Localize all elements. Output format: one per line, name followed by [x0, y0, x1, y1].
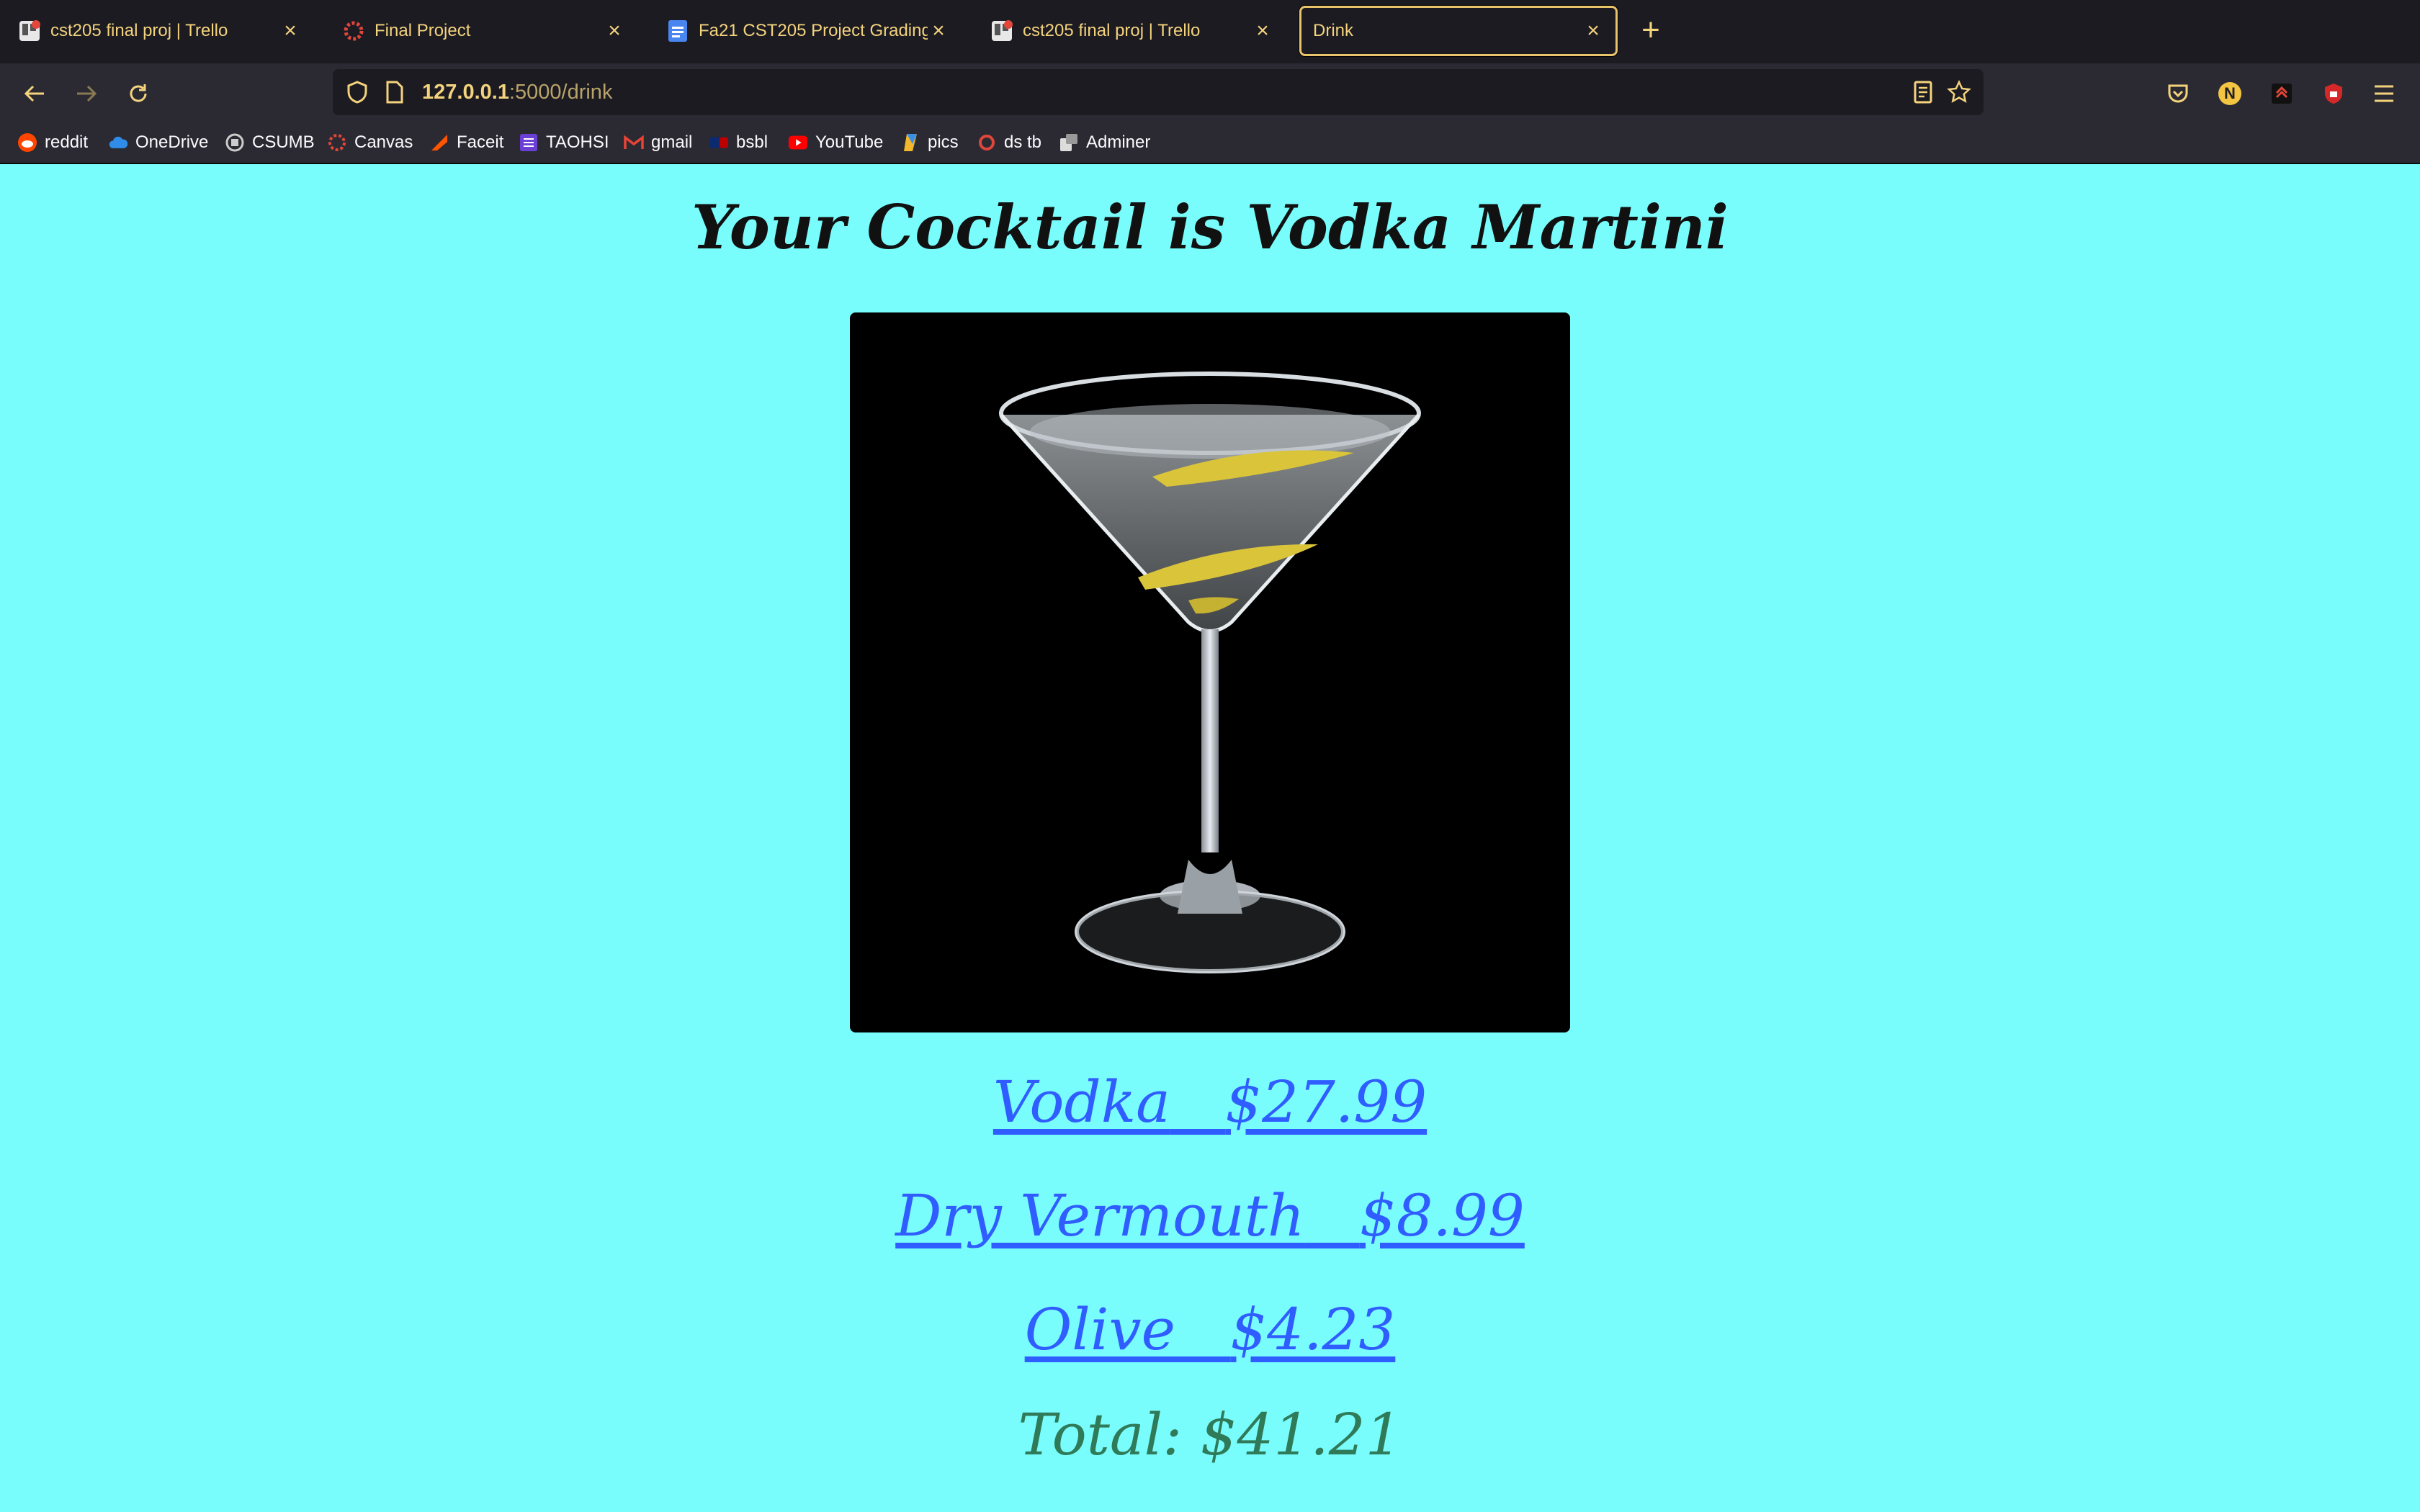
gmail-icon [624, 132, 644, 153]
ingredient-link-vodka[interactable]: Vodka $27.99 [0, 1068, 2420, 1135]
bookmark-youtube[interactable]: YouTube [788, 130, 883, 156]
martini-glass-icon [999, 372, 1421, 973]
ring-icon [977, 132, 997, 153]
shield-block-icon [2325, 84, 2342, 104]
url-text[interactable]: 127.0.0.1:5000/drink [422, 81, 612, 104]
bookmark-onedrive[interactable]: OneDrive [108, 130, 208, 156]
url-path: :5000/drink [508, 81, 613, 104]
ingredient-name: Dry Vermouth [895, 1182, 1305, 1249]
trello-icon [17, 19, 42, 43]
bookmark-label: YouTube [815, 132, 884, 152]
bookmark-ds-tb[interactable]: ds tb [977, 130, 1041, 156]
tab-title: Final Project [375, 21, 471, 40]
adminer-icon [1059, 132, 1079, 153]
page-content: Your Cocktail is Vodka Martini Vodka $27… [0, 164, 2420, 1512]
tab-title: cst205 final proj | Trello [50, 21, 228, 40]
ingredient-price: $8.99 [1359, 1182, 1525, 1249]
tab-drink[interactable]: Drink × [1299, 6, 1618, 56]
bookmark-taohsi[interactable]: TAOHSI [519, 130, 609, 156]
forward-button[interactable] [68, 75, 105, 112]
close-icon[interactable]: × [1252, 19, 1273, 43]
faceit-icon [429, 132, 449, 153]
bookmark-label: Canvas [354, 132, 413, 152]
extension-arrows-icon [2272, 84, 2292, 104]
bookmark-faceit[interactable]: Faceit [429, 130, 503, 156]
bookmark-gmail[interactable]: gmail [624, 130, 692, 156]
ingredient-name: Vodka [992, 1068, 1170, 1135]
tab-trello-1[interactable]: cst205 final proj | Trello × [6, 6, 313, 56]
close-icon[interactable]: × [604, 19, 625, 43]
ingredient-link-olive[interactable]: Olive $4.23 [0, 1296, 2420, 1363]
browser-chrome: cst205 final proj | Trello × Final Proje… [0, 0, 2420, 164]
page-title: Your Cocktail is Vodka Martini [691, 192, 1729, 263]
google-docs-icon [666, 19, 690, 43]
csumb-icon [225, 132, 245, 153]
bookmarks-bar: reddit OneDrive CSUMB Canvas Faceit TAOH… [0, 122, 2420, 164]
new-tab-button[interactable]: + [1634, 13, 1668, 48]
reddit-icon [17, 132, 37, 153]
bookmark-label: bsbl [736, 132, 768, 152]
tab-title: Drink [1313, 21, 1354, 40]
ingredient-price: $27.99 [1225, 1068, 1428, 1135]
reload-button[interactable] [120, 75, 157, 112]
tab-final-project[interactable]: Final Project × [330, 6, 637, 56]
reload-icon [130, 84, 147, 102]
url-bar[interactable]: 127.0.0.1:5000/drink [333, 69, 1984, 115]
cloud-icon [108, 132, 128, 153]
bookmark-label: TAOHSI [546, 132, 609, 152]
ublock-button[interactable] [2315, 75, 2352, 112]
bookmark-label: Faceit [457, 132, 504, 152]
bookmark-label: ds tb [1004, 132, 1042, 152]
arrow-left-icon [24, 85, 44, 102]
extension-button[interactable] [2263, 75, 2300, 112]
close-icon[interactable]: × [928, 19, 949, 43]
url-host: 127.0.0.1 [422, 81, 509, 104]
shield-icon[interactable] [344, 79, 370, 105]
canvas-icon [341, 19, 366, 43]
bookmark-canvas[interactable]: Canvas [327, 130, 413, 156]
bookmark-adminer[interactable]: Adminer [1059, 130, 1150, 156]
mlb-icon [709, 132, 729, 153]
tab-title: Fa21 CST205 Project Grading - [699, 21, 928, 40]
bookmark-bsbl[interactable]: bsbl [709, 130, 768, 156]
bookmark-label: pics [928, 132, 959, 152]
tab-grading-doc[interactable]: Fa21 CST205 Project Grading - × [654, 6, 961, 56]
pocket-icon [2168, 84, 2188, 103]
back-button[interactable] [16, 75, 53, 112]
pics-icon [900, 132, 920, 153]
profile-initial: N [2224, 84, 2236, 102]
pocket-button[interactable] [2159, 75, 2197, 112]
bookmark-label: gmail [651, 132, 693, 152]
bookmark-label: CSUMB [252, 132, 315, 152]
order-total: Total: $41.21 [0, 1401, 2420, 1468]
bookmark-label: Adminer [1086, 132, 1151, 152]
close-icon[interactable]: × [1582, 19, 1604, 43]
hamburger-menu-icon [2375, 85, 2393, 102]
youtube-icon [788, 132, 808, 153]
reader-view-icon[interactable] [1910, 79, 1936, 105]
page-icon[interactable] [382, 79, 408, 105]
profile-button[interactable]: N [2211, 75, 2249, 112]
tab-strip: cst205 final proj | Trello × Final Proje… [0, 0, 2420, 63]
ingredient-name: Olive [1024, 1296, 1175, 1363]
canvas-icon [327, 132, 347, 153]
arrow-right-icon [77, 85, 97, 102]
trello-icon [990, 19, 1014, 43]
total-value: $41.21 [1200, 1401, 1402, 1468]
total-label: Total: [1018, 1401, 1183, 1468]
ingredient-link-dry-vermouth[interactable]: Dry Vermouth $8.99 [0, 1182, 2420, 1249]
bookmark-csumb[interactable]: CSUMB [225, 130, 315, 156]
close-icon[interactable]: × [279, 19, 301, 43]
menu-button[interactable] [2365, 75, 2403, 112]
bookmark-reddit[interactable]: reddit [17, 130, 88, 156]
cocktail-image [850, 312, 1570, 1032]
bookmark-pics[interactable]: pics [900, 130, 959, 156]
ingredient-price: $4.23 [1230, 1296, 1396, 1363]
bookmark-label: reddit [45, 132, 89, 152]
bookmark-label: OneDrive [135, 132, 209, 152]
tab-title: cst205 final proj | Trello [1023, 21, 1201, 40]
star-icon[interactable] [1946, 79, 1972, 105]
list-icon [519, 132, 539, 153]
tab-trello-2[interactable]: cst205 final proj | Trello × [978, 6, 1285, 56]
